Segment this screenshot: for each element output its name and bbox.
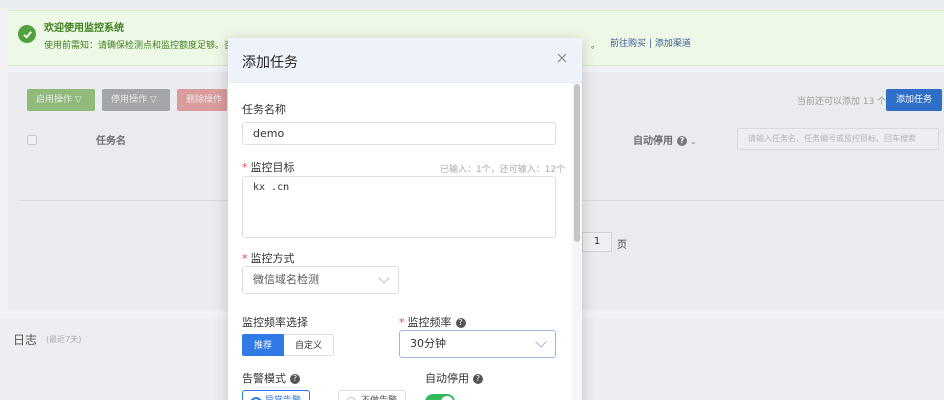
target-label-text: 监控目标 <box>250 161 295 174</box>
modal-title: 添加任务 <box>242 55 298 71</box>
quota-text: 当前还可以添加 13 个 <box>797 97 887 107</box>
task-name-label: 任务名称 <box>242 103 286 116</box>
chevron-down-icon: ⌄ <box>690 137 697 146</box>
auto-stop-label: 自动停用? <box>425 370 483 386</box>
required-mark: * <box>242 252 248 265</box>
close-icon[interactable] <box>556 52 568 64</box>
alert-option-anomaly[interactable]: 异常告警 <box>242 390 310 400</box>
page-unit: 页 <box>617 240 627 251</box>
method-label-text: 监控方式 <box>250 252 295 265</box>
check-circle-icon <box>18 25 36 43</box>
column-header-auto-stop-label: 自动停用 <box>633 136 673 147</box>
help-icon: ? <box>455 318 466 328</box>
help-icon: ? <box>473 374 483 384</box>
select-all-checkbox[interactable] <box>27 135 37 145</box>
method-select[interactable]: 微信域名检测 <box>242 266 399 294</box>
disable-actions-button[interactable]: 停用操作 ▽ <box>102 89 170 111</box>
freq-label: * 监控频率? <box>399 314 466 330</box>
target-value: kx .cn <box>253 182 290 193</box>
help-icon: ? <box>677 136 687 146</box>
chevron-down-icon <box>535 336 547 348</box>
freq-label-text: 监控频率 <box>407 316 452 329</box>
required-mark: * <box>242 161 248 174</box>
required-mark: * <box>399 316 405 329</box>
notice-title: 欢迎使用监控系统 <box>44 23 124 34</box>
auto-stop-toggle[interactable] <box>425 394 455 400</box>
method-label: * 监控方式 <box>242 250 295 266</box>
freq-select-label: 监控频率选择 <box>242 316 308 329</box>
target-label: * 监控目标 <box>242 159 295 175</box>
alert-option-none[interactable]: 不做告警 <box>338 390 406 400</box>
log-subtitle: (最近7天) <box>46 335 82 344</box>
auto-stop-label-text: 自动停用 <box>425 372 469 385</box>
search-input[interactable]: 请输入任务名、任务编号或监控目标、回车搜索 <box>737 128 939 150</box>
alert-mode-label-text: 告警模式 <box>242 372 286 385</box>
add-task-modal: 添加任务 任务名称 demo * 监控目标 已输入：1个，还可输入：12个 kx … <box>228 38 582 400</box>
page-number-input[interactable]: 1 <box>582 232 612 252</box>
task-name-input[interactable]: demo <box>242 122 556 145</box>
alert-mode-label: 告警模式? <box>242 370 300 386</box>
column-header-auto-stop[interactable]: 自动停用? ⌄ <box>633 132 697 147</box>
column-header-task-name: 任务名 <box>96 136 126 147</box>
notice-text-tail: 。 <box>591 41 601 51</box>
log-title: 日志 <box>13 333 38 347</box>
enable-actions-button[interactable]: 启用操作 ▽ <box>27 89 95 111</box>
target-counter: 已输入：1个，还可输入：12个 <box>440 165 566 175</box>
modal-header: 添加任务 <box>228 38 582 83</box>
chevron-down-icon <box>378 272 390 284</box>
freq-option-custom[interactable]: 自定义 <box>284 334 335 356</box>
delete-actions-button[interactable]: 删除操作 <box>177 89 227 111</box>
target-textarea[interactable]: kx .cn <box>242 176 556 238</box>
freq-option-recommend[interactable]: 推荐 <box>242 334 285 356</box>
notice-text: 使用前需知：请确保检测点和监控额度足够。否则 <box>44 41 234 51</box>
link-separator: | <box>648 39 652 49</box>
freq-mode-segmented: 推荐 自定义 <box>242 334 335 356</box>
add-channel-link[interactable]: 添加渠道 <box>655 39 691 49</box>
method-select-value: 微信域名检测 <box>253 273 319 286</box>
freq-select[interactable]: 30分钟 <box>399 330 556 358</box>
help-icon: ? <box>290 374 300 384</box>
notice-links: 前往购买 | 添加渠道 <box>610 36 691 49</box>
buy-link[interactable]: 前往购买 <box>610 39 646 49</box>
modal-scrollbar[interactable] <box>574 84 580 242</box>
add-task-button[interactable]: 添加任务 <box>886 89 942 111</box>
top-strip <box>0 0 944 8</box>
freq-select-value: 30分钟 <box>410 337 446 350</box>
